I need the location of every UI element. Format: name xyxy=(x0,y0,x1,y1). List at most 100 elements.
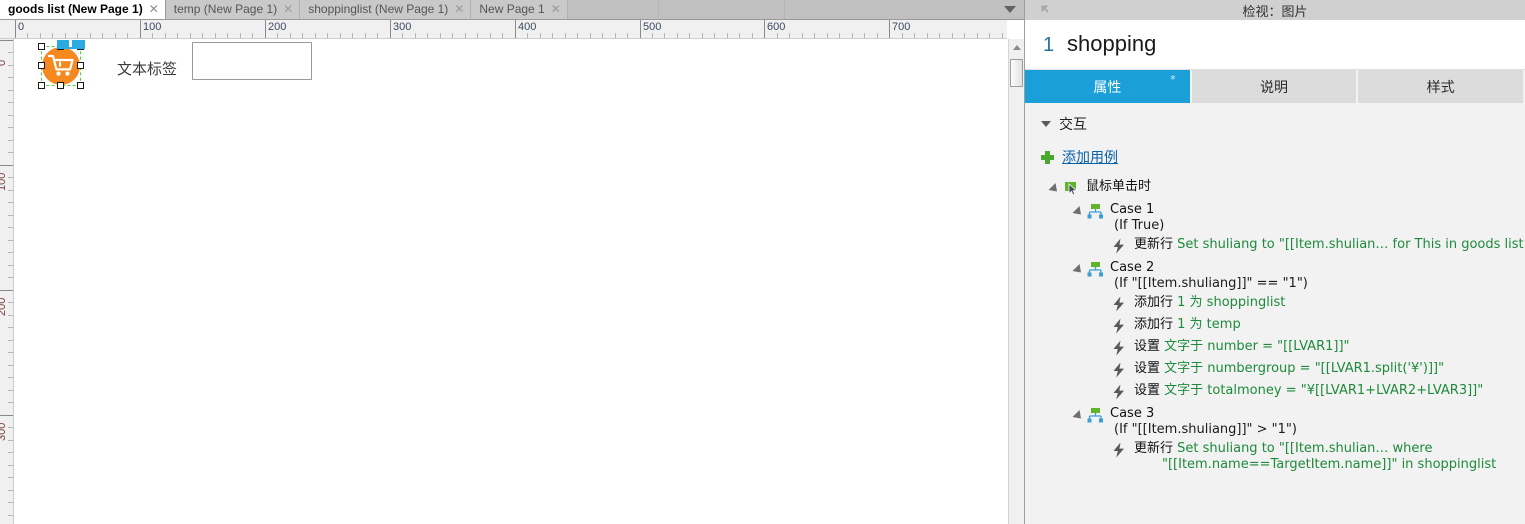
add-case-label: 添加用例 xyxy=(1062,150,1118,166)
ruler-minor-tick xyxy=(8,390,13,391)
ruler-minor-tick xyxy=(8,340,13,341)
page-tab-shoppinglist[interactable]: shoppinglist (New Page 1) ✕ xyxy=(300,0,472,19)
ruler-minor-tick xyxy=(427,33,428,38)
shopping-cart-widget[interactable] xyxy=(37,42,85,90)
tree-row-condition: (If "[[Item.shuliang]]" > "1") xyxy=(1114,422,1297,437)
ruler-minor-tick xyxy=(452,33,453,38)
tree-expand-toggle[interactable] xyxy=(1072,409,1085,423)
add-case-button[interactable]: 添加用例 xyxy=(1041,147,1118,167)
tab-style[interactable]: 样式 xyxy=(1358,70,1525,103)
ruler-major-tick xyxy=(15,20,16,38)
tree-row-action-cont: "[[Item.name==TargetItem.name]]" in shop… xyxy=(1162,457,1497,472)
close-icon[interactable]: ✕ xyxy=(551,3,561,15)
ruler-minor-tick xyxy=(8,190,13,191)
tree-row[interactable]: 添加行 1 为 shoppinglist xyxy=(1025,294,1525,314)
page-tab-temp[interactable]: temp (New Page 1) ✕ xyxy=(165,0,301,19)
inspector-content: 交互 添加用例 鼠标单击时 Case 1 (If True) 更新行 Set shul… xyxy=(1025,104,1525,524)
canvas-vertical-scrollbar[interactable] xyxy=(1008,39,1024,524)
ruler-minor-tick xyxy=(190,33,191,38)
tree-row-label: 更新行 Set shuliang to "[[Item.shulian… for… xyxy=(1134,236,1524,253)
ruler-minor-tick xyxy=(302,33,303,38)
resize-handle-se[interactable] xyxy=(77,82,84,89)
ruler-minor-tick xyxy=(689,33,690,38)
ruler-major-tick xyxy=(640,20,641,38)
widget-interaction-badge[interactable] xyxy=(57,40,85,49)
ruler-minor-tick xyxy=(590,33,591,38)
ruler-minor-tick xyxy=(8,440,13,441)
tree-row-action: Set shuliang to "[[Item.shulian… for Thi… xyxy=(1173,237,1524,252)
ruler-minor-tick xyxy=(565,33,566,38)
close-icon[interactable]: ✕ xyxy=(283,3,293,15)
canvas-rectangle-widget[interactable] xyxy=(192,42,312,80)
tree-row[interactable]: 设置 文字于 totalmoney = "¥[[LVAR1+LVAR2+LVAR… xyxy=(1025,382,1525,402)
ruler-minor-tick xyxy=(352,33,353,38)
tree-expand-toggle[interactable] xyxy=(1072,263,1085,277)
tree-expand-toggle[interactable] xyxy=(1048,182,1061,196)
tree-row-label: 添加行 1 为 temp xyxy=(1134,316,1241,333)
tab-list-dropdown-button[interactable] xyxy=(1002,0,1018,19)
tree-row[interactable]: Case 3 (If "[[Item.shuliang]]" > "1") xyxy=(1025,405,1525,438)
action-bolt-icon xyxy=(1113,384,1124,400)
tree-row-label: 设置 文字于 numbergroup = "[[LVAR1.split('¥')… xyxy=(1134,360,1444,377)
interactions-section-header[interactable]: 交互 xyxy=(1041,114,1087,134)
tree-row[interactable]: 更新行 Set shuliang to "[[Item.shulian… whe… xyxy=(1025,440,1525,473)
tree-row[interactable]: Case 2 (If "[[Item.shuliang]]" == "1") xyxy=(1025,259,1525,292)
tree-row-action: 文字于 number = "[[LVAR1]]" xyxy=(1160,339,1350,354)
tree-row-text: Case 3 (If "[[Item.shuliang]]" > "1") xyxy=(1110,405,1297,438)
page-tab-label: goods list (New Page 1) xyxy=(8,2,143,16)
tree-row[interactable]: 添加行 1 为 temp xyxy=(1025,316,1525,336)
ruler-minor-tick xyxy=(8,240,13,241)
ruler-minor-tick xyxy=(8,502,13,503)
tab-strip-filler xyxy=(567,0,1024,19)
close-icon[interactable]: ✕ xyxy=(454,3,464,15)
scroll-up-button[interactable] xyxy=(1009,39,1024,56)
tree-row[interactable]: 设置 文字于 number = "[[LVAR1]]" xyxy=(1025,338,1525,358)
resize-handle-nw[interactable] xyxy=(38,43,45,50)
resize-handle-e[interactable] xyxy=(77,62,84,69)
tab-properties[interactable]: 属性 * xyxy=(1025,70,1192,103)
ruler-minor-tick xyxy=(8,377,13,378)
tree-row-action: 1 为 shoppinglist xyxy=(1173,295,1286,310)
tree-row[interactable]: 设置 文字于 numbergroup = "[[LVAR1.split('¥')… xyxy=(1025,360,1525,380)
ruler-minor-tick xyxy=(652,33,653,38)
scrollbar-thumb[interactable] xyxy=(1010,59,1023,87)
tree-row[interactable]: 鼠标单击时 xyxy=(1025,178,1525,198)
ruler-label: 300 xyxy=(393,21,412,33)
ruler-minor-tick xyxy=(8,90,13,91)
inspector-tab-bar: 属性 * 说明 样式 xyxy=(1025,70,1525,103)
ruler-minor-tick xyxy=(777,33,778,38)
tree-expand-toggle[interactable] xyxy=(1072,205,1085,219)
resize-handle-w[interactable] xyxy=(38,62,45,69)
ruler-minor-tick xyxy=(627,33,628,38)
page-canvas[interactable]: 文本标签 xyxy=(15,40,1007,524)
tree-row[interactable]: 更新行 Set shuliang to "[[Item.shulian… for… xyxy=(1025,236,1525,256)
tree-row-label: Case 2 xyxy=(1110,259,1308,276)
tree-row[interactable]: Case 1 (If True) xyxy=(1025,201,1525,234)
tree-row-text: 更新行 Set shuliang to "[[Item.shulian… for… xyxy=(1134,236,1524,253)
action-bolt-icon xyxy=(1113,318,1124,334)
tab-notes[interactable]: 说明 xyxy=(1191,70,1359,103)
ruler-minor-tick xyxy=(77,33,78,38)
page-tab-new-page-1[interactable]: New Page 1 ✕ xyxy=(471,0,568,19)
ruler-label: 200 xyxy=(268,21,287,33)
ruler-minor-tick xyxy=(8,490,13,491)
chevron-down-icon xyxy=(1004,5,1016,13)
ruler-label: 400 xyxy=(518,21,537,33)
canvas-text-label[interactable]: 文本标签 xyxy=(117,58,177,79)
close-icon[interactable]: ✕ xyxy=(149,3,159,15)
case-icon xyxy=(1087,204,1103,219)
ruler-major-tick xyxy=(0,165,13,166)
ruler-minor-tick xyxy=(727,33,728,38)
ruler-minor-tick xyxy=(8,365,13,366)
ruler-minor-tick xyxy=(8,477,13,478)
page-tab-goods-list[interactable]: goods list (New Page 1) ✕ xyxy=(0,0,166,19)
tree-row-label: Case 1 xyxy=(1110,201,1164,218)
ruler-minor-tick xyxy=(1002,33,1003,38)
ruler-minor-tick xyxy=(8,352,13,353)
ruler-minor-tick xyxy=(115,33,116,38)
ruler-major-tick xyxy=(515,20,516,38)
resize-handle-sw[interactable] xyxy=(38,82,45,89)
ruler-minor-tick xyxy=(902,33,903,38)
resize-handle-s[interactable] xyxy=(57,82,64,89)
ruler-minor-tick xyxy=(602,33,603,38)
